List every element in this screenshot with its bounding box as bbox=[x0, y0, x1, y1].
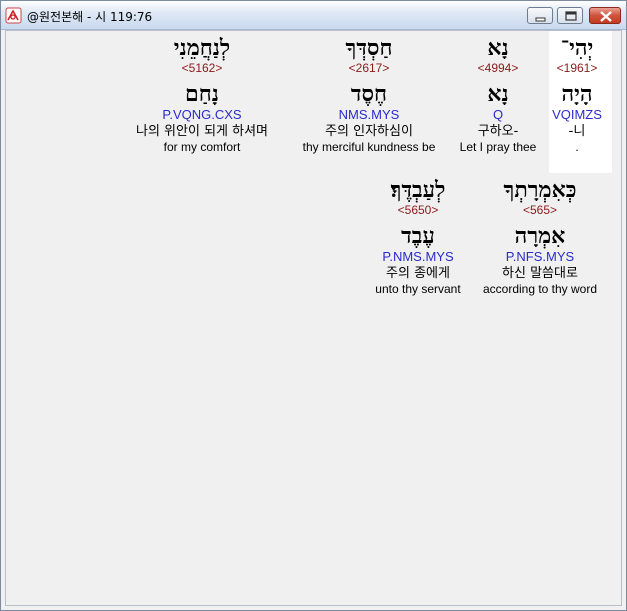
word-column[interactable]: יְהִי־ <1961> הָיָה VQIMZS -니 . bbox=[552, 35, 602, 154]
minimize-icon bbox=[535, 17, 546, 22]
app-window: @원전본해 - 시 119:76 יְהִי־ <1961> הָיָה VQI… bbox=[0, 0, 627, 611]
morphology-code: P.NMS.MYS bbox=[382, 249, 454, 264]
korean-gloss: -니 bbox=[568, 124, 586, 139]
strong-number[interactable]: <565> bbox=[483, 203, 597, 217]
strong-number[interactable]: <4994> bbox=[460, 61, 537, 75]
minimize-button[interactable] bbox=[527, 7, 553, 24]
hebrew-lemma: נָא bbox=[487, 81, 509, 107]
hebrew-word: נָא bbox=[487, 35, 509, 61]
interlinear-view[interactable]: יְהִי־ <1961> הָיָה VQIMZS -니 . נָא <499… bbox=[5, 30, 622, 606]
strong-number[interactable]: <5162> bbox=[136, 61, 268, 75]
english-gloss: according to thy word bbox=[482, 282, 598, 296]
hebrew-word: לְעַבְדֶּךָ׃ bbox=[390, 177, 446, 203]
english-gloss: unto thy servant bbox=[375, 282, 461, 296]
word-column[interactable]: חַסְדְּךָ <2617> חֶסֶד NMS.MYS 주의 인자하심이 … bbox=[303, 35, 436, 154]
korean-gloss: 나의 위안이 되게 하셔며 bbox=[136, 124, 268, 139]
korean-gloss: 하신 말씀대로 bbox=[502, 266, 578, 281]
korean-gloss: 주의 종에게 bbox=[386, 266, 450, 281]
maximize-button[interactable] bbox=[557, 7, 583, 24]
word-column[interactable]: כְּאִמְרָתְךָ <565> אִמְרָה P.NFS.MYS 하신… bbox=[483, 177, 597, 296]
hebrew-lemma: עֶבֶד bbox=[401, 223, 435, 249]
strong-number[interactable]: <1961> bbox=[552, 61, 602, 75]
hebrew-lemma: הָיָה bbox=[561, 81, 593, 107]
morphology-code: P.NFS.MYS bbox=[505, 249, 575, 264]
window-title: @원전본해 - 시 119:76 bbox=[27, 10, 153, 24]
maximize-icon bbox=[565, 11, 577, 21]
english-gloss: thy merciful kundness be bbox=[302, 140, 436, 154]
korean-gloss: 주의 인자하심이 bbox=[325, 124, 413, 139]
morphology-code: NMS.MYS bbox=[338, 107, 400, 122]
app-logo-icon bbox=[5, 7, 22, 24]
word-column[interactable]: לְנַחֲמֵנִי <5162> נָחַם P.VQNG.CXS 나의 위… bbox=[136, 35, 268, 154]
hebrew-lemma: חֶסֶד bbox=[350, 81, 388, 107]
close-icon bbox=[600, 11, 612, 22]
morphology-code: P.VQNG.CXS bbox=[162, 107, 242, 122]
strong-number[interactable]: <2617> bbox=[303, 61, 436, 75]
hebrew-lemma: נָחַם bbox=[185, 81, 219, 107]
morphology-code: VQIMZS bbox=[552, 107, 602, 122]
english-gloss: for my comfort bbox=[163, 140, 241, 154]
english-gloss: . bbox=[575, 140, 579, 154]
title-bar[interactable]: @원전본해 - 시 119:76 bbox=[1, 1, 626, 30]
hebrew-word: חַסְדְּךָ bbox=[345, 35, 393, 61]
strong-number[interactable]: <5650> bbox=[375, 203, 460, 217]
morphology-code: Q bbox=[492, 107, 504, 122]
hebrew-word: יְהִי־ bbox=[560, 35, 594, 61]
hebrew-word: כְּאִמְרָתְךָ bbox=[503, 177, 577, 203]
korean-gloss: 구하오- bbox=[477, 124, 519, 139]
word-column[interactable]: נָא <4994> נָא Q 구하오- Let I pray thee bbox=[460, 35, 537, 154]
english-gloss: Let I pray thee bbox=[459, 140, 537, 154]
hebrew-lemma: אִמְרָה bbox=[514, 223, 566, 249]
hebrew-word: לְנַחֲמֵנִי bbox=[173, 35, 231, 61]
close-button[interactable] bbox=[589, 7, 621, 24]
word-column[interactable]: לְעַבְדֶּךָ׃ <5650> עֶבֶד P.NMS.MYS 주의 종… bbox=[375, 177, 460, 296]
